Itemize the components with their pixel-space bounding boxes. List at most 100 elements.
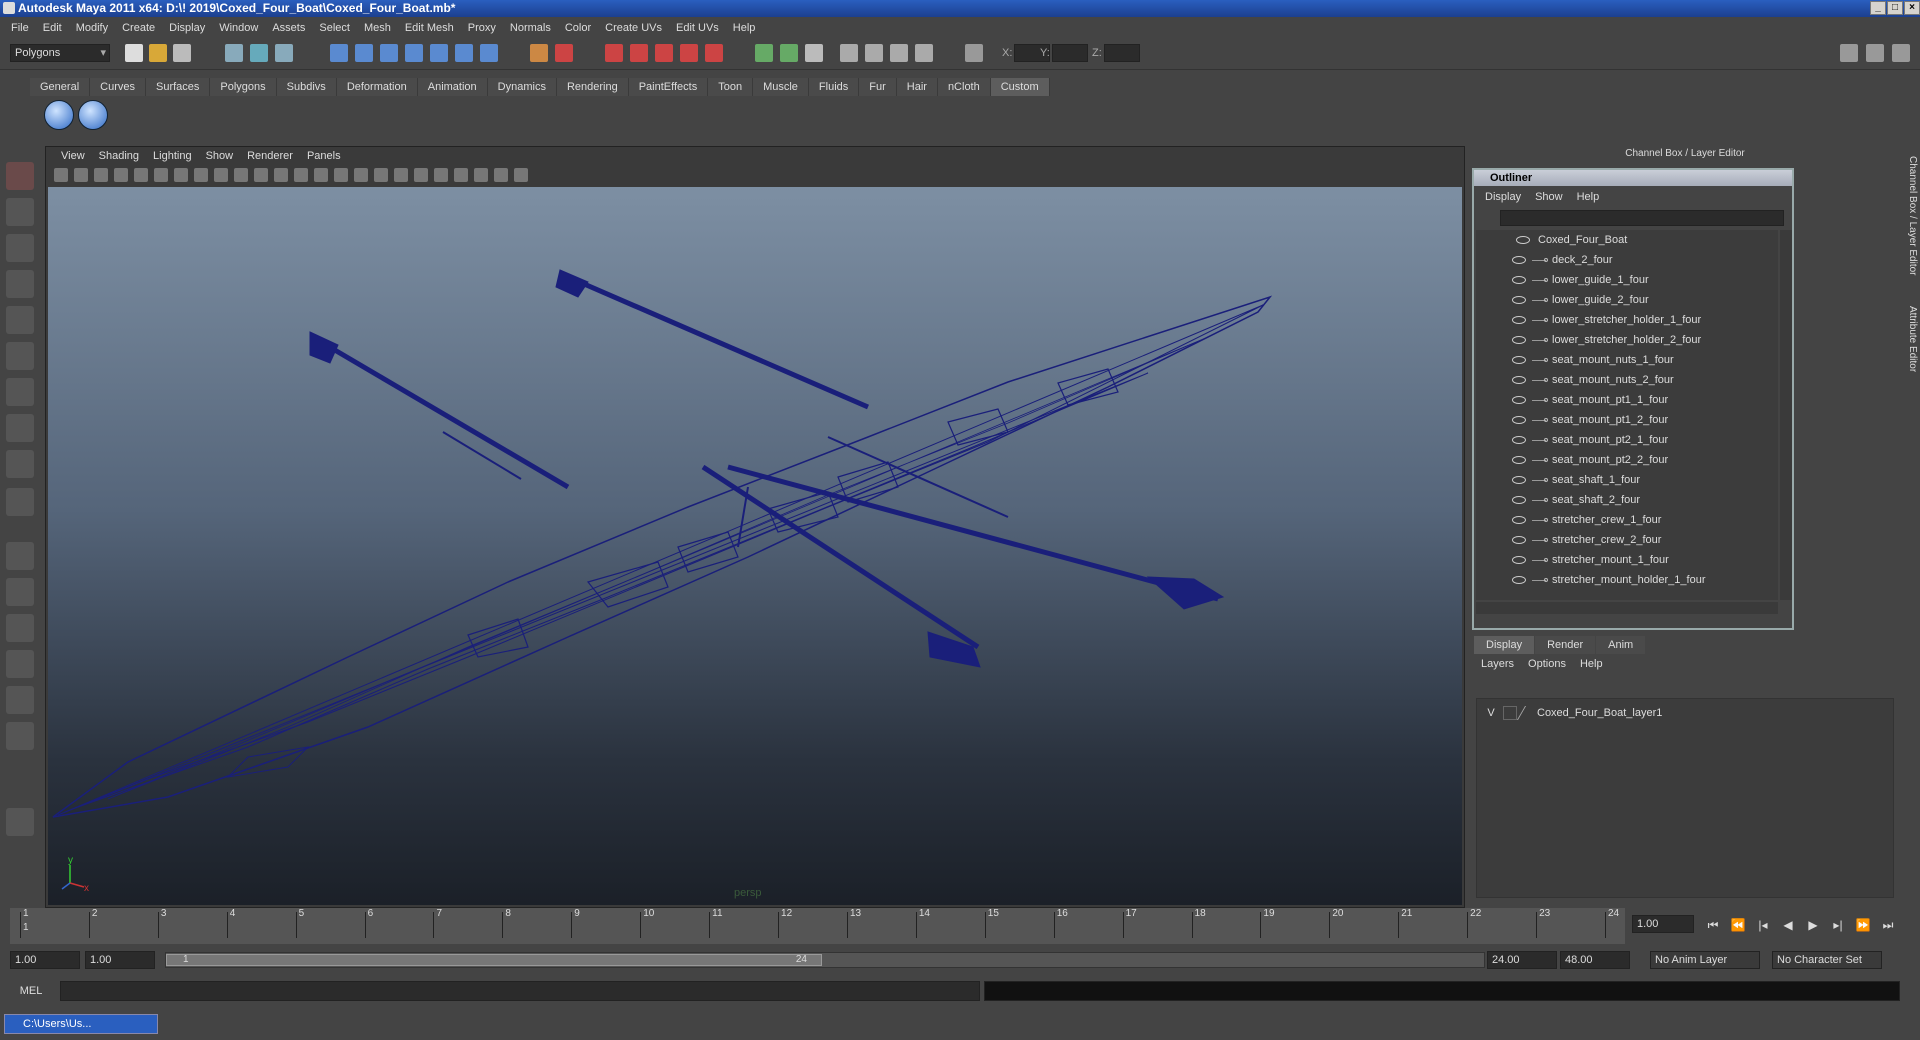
layer-menu-layers[interactable]: Layers: [1474, 658, 1521, 674]
snap-point-icon[interactable]: [380, 44, 398, 62]
isolate-select-icon[interactable]: [454, 168, 468, 182]
channel-box-side-tab[interactable]: Channel Box / Layer Editor: [1902, 156, 1918, 276]
current-frame-field[interactable]: 1.00: [1632, 915, 1694, 933]
outliner-item[interactable]: seat_shaft_2_four: [1476, 490, 1778, 510]
two-d-pan-icon[interactable]: [154, 168, 168, 182]
bookmarks-icon[interactable]: [114, 168, 128, 182]
menu-set-selector[interactable]: Polygons ▾: [10, 44, 110, 62]
render-globals-icon[interactable]: [705, 44, 723, 62]
range-slider[interactable]: 1 24: [165, 952, 1485, 968]
outliner-root-item[interactable]: Coxed_Four_Boat: [1476, 230, 1778, 250]
step-back-key-icon[interactable]: |◂: [1755, 918, 1771, 932]
outliner-item[interactable]: seat_mount_pt1_2_four: [1476, 410, 1778, 430]
paint-select-tool-icon[interactable]: [6, 234, 34, 262]
camera-attributes-icon[interactable]: [94, 168, 108, 182]
film-gate-icon[interactable]: [194, 168, 208, 182]
snap-surface-icon[interactable]: [430, 44, 448, 62]
show-hide-tool-icon[interactable]: [780, 44, 798, 62]
open-scene-icon[interactable]: [149, 44, 167, 62]
single-pane-layout-icon[interactable]: [6, 542, 34, 570]
viewport-menu-renderer[interactable]: Renderer: [240, 150, 300, 162]
step-forward-icon[interactable]: ⏩: [1855, 918, 1871, 932]
gate-mask-icon[interactable]: [234, 168, 248, 182]
numeric-input-icon[interactable]: [965, 44, 983, 62]
play-forwards-icon[interactable]: ▶: [1805, 918, 1821, 932]
animation-end-field[interactable]: 48.00: [1560, 951, 1630, 969]
ipr-render-icon[interactable]: [630, 44, 648, 62]
command-language-label[interactable]: MEL: [6, 982, 56, 1000]
outliner-item[interactable]: stretcher_mount_1_four: [1476, 550, 1778, 570]
range-slider-handle[interactable]: 1 24: [166, 954, 822, 966]
hq-render-icon[interactable]: [434, 168, 448, 182]
channel-box-icon[interactable]: [805, 44, 823, 62]
layer-tab-render[interactable]: Render: [1535, 636, 1596, 654]
image-plane-icon[interactable]: [134, 168, 148, 182]
layer-menu-help[interactable]: Help: [1573, 658, 1610, 674]
snap-plane-icon[interactable]: [405, 44, 423, 62]
resolution-gate-icon[interactable]: [214, 168, 228, 182]
quick-layout-icon[interactable]: [6, 808, 34, 836]
select-camera-icon[interactable]: [54, 168, 68, 182]
outliner-item[interactable]: stretcher_crew_1_four: [1476, 510, 1778, 530]
outliner-item[interactable]: lower_stretcher_holder_2_four: [1476, 330, 1778, 350]
four-pane-layout-icon[interactable]: [6, 578, 34, 606]
shelf-tab-dynamics[interactable]: Dynamics: [487, 78, 557, 96]
anim-layer-dropdown[interactable]: No Anim Layer: [1650, 951, 1760, 969]
menu-window[interactable]: Window: [212, 22, 265, 34]
layer-menu-options[interactable]: Options: [1521, 658, 1573, 674]
layer-visibility-toggle[interactable]: V: [1483, 703, 1499, 723]
menu-proxy[interactable]: Proxy: [461, 22, 503, 34]
select-tool-icon[interactable]: [6, 162, 34, 190]
menu-normals[interactable]: Normals: [503, 22, 558, 34]
manipulator-tool-icon[interactable]: [6, 378, 34, 406]
z-field[interactable]: [1104, 44, 1140, 62]
menu-edit-uvs[interactable]: Edit UVs: [669, 22, 726, 34]
shelf-tab-custom[interactable]: Custom: [990, 78, 1050, 96]
save-scene-icon[interactable]: [173, 44, 191, 62]
field-chart-icon[interactable]: [254, 168, 268, 182]
step-forward-key-icon[interactable]: ▸|: [1830, 918, 1846, 932]
viewport-menu-show[interactable]: Show: [199, 150, 241, 162]
new-scene-icon[interactable]: [125, 44, 143, 62]
backface-icon[interactable]: [514, 168, 528, 182]
rotate-tool-icon[interactable]: [6, 306, 34, 334]
outliner-item[interactable]: seat_mount_nuts_1_four: [1476, 350, 1778, 370]
graph-editor-layout-icon[interactable]: [6, 650, 34, 678]
smooth-shade-icon[interactable]: [334, 168, 348, 182]
perspective-viewport[interactable]: persp y x: [48, 187, 1462, 905]
absolute-transform-icon[interactable]: [890, 44, 908, 62]
attribute-editor-side-tab[interactable]: Attribute Editor: [1902, 306, 1918, 372]
outliner-filter-field[interactable]: [1500, 210, 1784, 226]
shelf-tab-deformation[interactable]: Deformation: [336, 78, 418, 96]
menu-color[interactable]: Color: [558, 22, 598, 34]
outliner-item[interactable]: seat_shaft_1_four: [1476, 470, 1778, 490]
command-input[interactable]: [60, 981, 980, 1001]
lights-icon[interactable]: [394, 168, 408, 182]
lock-camera-icon[interactable]: [74, 168, 88, 182]
outliner-menu-help[interactable]: Help: [1570, 191, 1607, 203]
menu-help[interactable]: Help: [726, 22, 763, 34]
move-tool-icon[interactable]: [6, 270, 34, 298]
layer-row[interactable]: V Coxed_Four_Boat_layer1: [1477, 703, 1893, 723]
menu-modify[interactable]: Modify: [69, 22, 115, 34]
outliner-item[interactable]: seat_mount_pt2_2_four: [1476, 450, 1778, 470]
menu-mesh[interactable]: Mesh: [357, 22, 398, 34]
shelf-tab-toon[interactable]: Toon: [708, 78, 754, 96]
history-icon[interactable]: [455, 44, 473, 62]
layer-tab-anim[interactable]: Anim: [1596, 636, 1646, 654]
xray-icon[interactable]: [474, 168, 488, 182]
time-slider[interactable]: 1 2 3 4 5 6 7 8 9 10 11 12 13 14 15 16 17 18 19 20 21 22 23 24 1: [10, 908, 1625, 944]
safe-title-icon[interactable]: [294, 168, 308, 182]
dope-sheet-layout-icon[interactable]: [6, 722, 34, 750]
layer-template-toggle[interactable]: [1503, 706, 1517, 720]
lock-icon[interactable]: [865, 44, 883, 62]
grid-icon[interactable]: [174, 168, 188, 182]
safe-action-icon[interactable]: [274, 168, 288, 182]
last-tool-icon[interactable]: [6, 488, 34, 516]
shelf-tab-curves[interactable]: Curves: [90, 78, 146, 96]
layer-tab-display[interactable]: Display: [1474, 636, 1535, 654]
step-back-icon[interactable]: ⏪: [1730, 918, 1746, 932]
hypershade-layout-icon[interactable]: [6, 686, 34, 714]
outliner-item[interactable]: lower_stretcher_holder_1_four: [1476, 310, 1778, 330]
outliner-item[interactable]: seat_mount_nuts_2_four: [1476, 370, 1778, 390]
